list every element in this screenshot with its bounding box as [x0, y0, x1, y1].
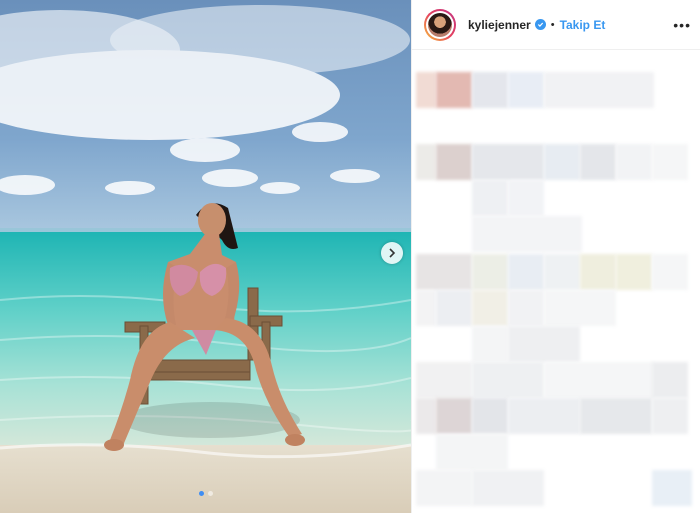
beach-photo [0, 0, 411, 513]
post-sidebar: kyliejenner • Takip Et ••• [411, 0, 700, 513]
chevron-right-icon [389, 248, 396, 258]
separator-dot: • [550, 18, 555, 31]
comments-pixelated [412, 58, 700, 513]
carousel-indicator [0, 491, 411, 496]
more-options-button[interactable]: ••• [673, 17, 691, 33]
post-media[interactable] [0, 0, 411, 513]
username-link[interactable]: kyliejenner [468, 18, 531, 32]
verified-badge-icon [534, 19, 546, 30]
avatar-ring [426, 10, 454, 39]
avatar[interactable] [424, 8, 456, 41]
carousel-dot-1 [198, 491, 204, 496]
post-header: kyliejenner • Takip Et ••• [412, 0, 700, 50]
carousel-dot-2 [207, 491, 213, 496]
avatar-photo [428, 12, 452, 37]
follow-button[interactable]: Takip Et [560, 18, 606, 32]
carousel-next-button[interactable] [381, 242, 403, 264]
